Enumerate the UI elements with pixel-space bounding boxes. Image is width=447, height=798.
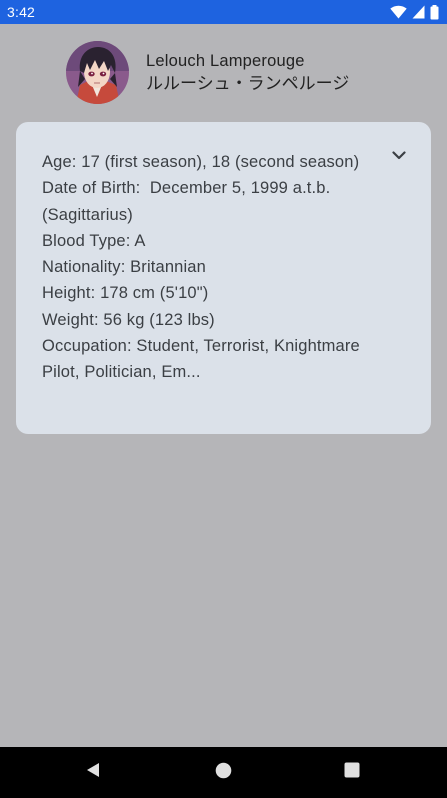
status-icons bbox=[390, 4, 439, 20]
detail-nationality: Nationality: Britannian bbox=[42, 258, 206, 277]
status-bar: 3:42 bbox=[0, 0, 447, 24]
signal-icon bbox=[412, 5, 425, 19]
expand-button[interactable] bbox=[385, 140, 413, 168]
back-icon bbox=[84, 761, 102, 783]
detail-blood-type: Blood Type: A bbox=[42, 231, 146, 250]
status-time: 3:42 bbox=[7, 4, 36, 20]
home-icon bbox=[215, 762, 232, 783]
character-names: Lelouch Lamperouge ルルーシュ・ランペルージ bbox=[146, 50, 349, 96]
details-card[interactable]: Age: 17 (first season), 18 (second seaso… bbox=[16, 122, 431, 434]
detail-age: Age: 17 (first season), 18 (second seaso… bbox=[42, 153, 360, 171]
back-button[interactable] bbox=[82, 761, 104, 783]
character-avatar bbox=[66, 41, 129, 104]
detail-weight: Weight: 56 kg (123 lbs) bbox=[42, 310, 215, 329]
detail-occupation: Occupation: Student, Terrorist, Knightma… bbox=[42, 337, 365, 382]
character-name-english: Lelouch Lamperouge bbox=[146, 51, 305, 70]
detail-height: Height: 178 cm (5'10") bbox=[42, 284, 209, 303]
character-details: Age: 17 (first season), 18 (second seaso… bbox=[42, 149, 372, 386]
battery-icon bbox=[430, 4, 439, 20]
character-name-japanese: ルルーシュ・ランペルージ bbox=[146, 73, 350, 94]
chevron-down-icon bbox=[392, 145, 406, 164]
recents-icon bbox=[344, 762, 360, 782]
profile-header: Lelouch Lamperouge ルルーシュ・ランペルージ bbox=[66, 41, 349, 104]
wifi-icon bbox=[390, 5, 407, 19]
navigation-bar bbox=[0, 747, 447, 798]
home-button[interactable] bbox=[212, 761, 234, 783]
detail-date-of-birth: Date of Birth: December 5, 1999 a.t.b. (… bbox=[42, 179, 336, 224]
recents-button[interactable] bbox=[341, 761, 363, 783]
